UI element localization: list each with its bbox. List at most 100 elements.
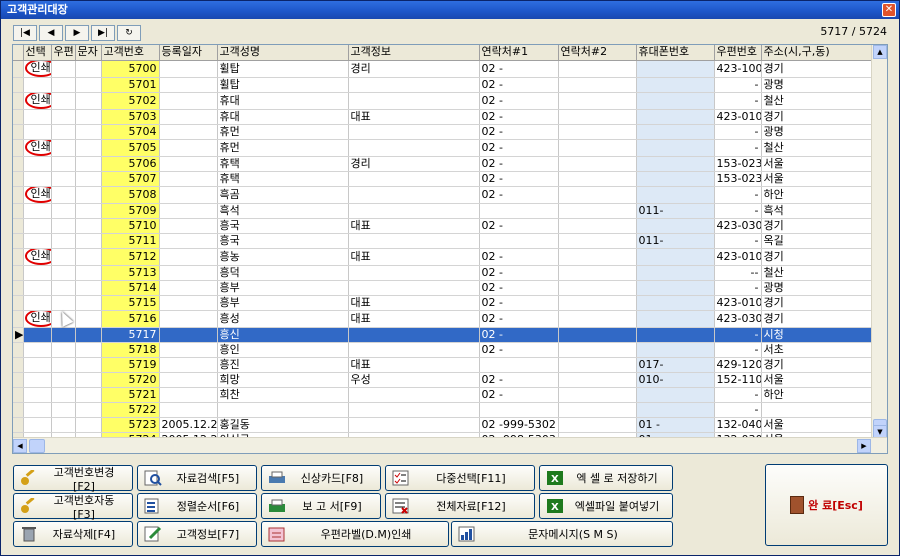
column-header[interactable]: 연락처#2 (558, 45, 637, 61)
cell-checkbox[interactable] (51, 60, 76, 78)
cell-num[interactable]: 5721 (101, 387, 160, 403)
cell-mobile[interactable]: 010- (636, 372, 715, 388)
cell-date[interactable] (159, 156, 218, 172)
row-indicator[interactable]: ▶ (13, 327, 24, 343)
cell-zip[interactable]: - (714, 327, 762, 343)
row-indicator[interactable] (13, 124, 24, 140)
cell-zip[interactable]: -- (714, 265, 762, 281)
cell-name[interactable]: 휠탑 (217, 77, 349, 93)
cell-tel2[interactable] (558, 265, 637, 281)
cell-num[interactable]: 5702 (101, 92, 160, 110)
cell-tel2[interactable] (558, 248, 637, 266)
horizontal-scrollbar[interactable]: ◀ ▶ (13, 437, 887, 453)
cell-sel[interactable] (23, 156, 52, 172)
cell-date[interactable] (159, 139, 218, 157)
cell-tel1[interactable]: 02 - (479, 77, 559, 93)
cell-zip[interactable]: - (714, 342, 762, 358)
cell-date[interactable] (159, 387, 218, 403)
print-marker[interactable]: 인쇄 (24, 186, 50, 202)
row-indicator[interactable] (13, 248, 24, 266)
row-indicator[interactable] (13, 357, 24, 373)
cell-info[interactable] (348, 186, 480, 204)
cell-tel1[interactable]: 02 - (479, 342, 559, 358)
cell-tel2[interactable] (558, 387, 637, 403)
print-marker[interactable]: 인쇄 (24, 248, 50, 264)
cell-addr[interactable]: 경기 (761, 60, 872, 78)
cell-name[interactable]: 흥국 (217, 233, 349, 249)
table-row[interactable]: 5714 흥부 02 - - 광명 (13, 280, 872, 296)
table-row[interactable]: 5710 흥국 대표 02 - 423-030 경기 (13, 218, 872, 234)
cell-mobile[interactable] (636, 310, 715, 328)
cell-mobile[interactable] (636, 295, 715, 311)
cell-zip[interactable]: - (714, 203, 762, 219)
cell-zip[interactable]: - (714, 280, 762, 296)
cell-date[interactable] (159, 248, 218, 266)
cell-name[interactable]: 휴먼 (217, 124, 349, 140)
cell-tel1[interactable]: 02 - (479, 92, 559, 110)
cell-checkbox[interactable] (75, 77, 102, 93)
cell-addr[interactable]: 광명 (761, 124, 872, 140)
cell-tel1[interactable]: 02 - (479, 295, 559, 311)
cell-checkbox[interactable] (51, 171, 76, 187)
cell-sel[interactable] (23, 372, 52, 388)
prev-record-button[interactable]: ◀ (39, 25, 63, 41)
cell-mobile[interactable] (636, 156, 715, 172)
cell-checkbox[interactable] (51, 417, 76, 433)
vertical-scrollbar[interactable]: ▲ ▼ (871, 45, 887, 439)
table-row[interactable]: 인쇄 5716 흥성 대표 02 - 423-030 경기 (13, 310, 872, 328)
cell-num[interactable]: 5717 (101, 327, 160, 343)
cell-tel1[interactable] (479, 357, 559, 373)
column-header[interactable]: 우편 (51, 45, 76, 61)
cell-checkbox[interactable] (51, 357, 76, 373)
cell-mobile[interactable] (636, 280, 715, 296)
report-button[interactable]: 보 고 서[F9] (261, 493, 381, 519)
cell-mobile[interactable]: 01 - (636, 417, 715, 433)
cell-date[interactable] (159, 357, 218, 373)
cell-addr[interactable] (761, 402, 872, 418)
cell-addr[interactable]: 경기 (761, 310, 872, 328)
cell-zip[interactable]: 423-030 (714, 310, 762, 328)
row-indicator[interactable] (13, 310, 24, 328)
cell-date[interactable] (159, 203, 218, 219)
cell-sel[interactable] (23, 417, 52, 433)
cell-tel1[interactable]: 02 - (479, 280, 559, 296)
cell-num[interactable]: 5713 (101, 265, 160, 281)
cell-mobile[interactable] (636, 60, 715, 78)
cell-tel2[interactable] (558, 218, 637, 234)
cell-checkbox[interactable] (75, 109, 102, 125)
cell-info[interactable]: 우성 (348, 372, 480, 388)
column-header[interactable]: 주소(시,구,동) (761, 45, 872, 61)
scroll-left-icon[interactable]: ◀ (13, 439, 27, 453)
cell-date[interactable] (159, 171, 218, 187)
table-row[interactable]: 인쇄 5708 흑곰 02 - - 하안 (13, 186, 872, 204)
sort-order-button[interactable]: 정렬순서[F6] (137, 493, 257, 519)
cell-num[interactable]: 5718 (101, 342, 160, 358)
cell-sel[interactable] (23, 402, 52, 418)
cell-checkbox[interactable] (51, 387, 76, 403)
cell-mobile[interactable] (636, 124, 715, 140)
cell-sel[interactable] (23, 124, 52, 140)
cell-sel[interactable] (23, 77, 52, 93)
print-marker[interactable]: 인쇄 (24, 92, 50, 108)
cell-checkbox[interactable] (75, 156, 102, 172)
delete-button[interactable]: 자료삭제[F4] (13, 521, 133, 547)
cell-mobile[interactable]: 011- (636, 203, 715, 219)
cell-sel[interactable] (23, 280, 52, 296)
cell-zip[interactable]: 423-010 (714, 248, 762, 266)
cell-tel2[interactable] (558, 156, 637, 172)
cell-tel1[interactable]: 02 - (479, 248, 559, 266)
cell-checkbox[interactable] (75, 60, 102, 78)
cell-addr[interactable]: 서울 (761, 417, 872, 433)
cell-zip[interactable]: 423-010 (714, 295, 762, 311)
last-record-button[interactable]: ▶| (91, 25, 115, 41)
row-indicator[interactable] (13, 233, 24, 249)
cell-checkbox[interactable] (75, 203, 102, 219)
scroll-right-icon[interactable]: ▶ (857, 439, 871, 453)
cell-info[interactable] (348, 92, 480, 110)
cell-mobile[interactable]: 017- (636, 357, 715, 373)
cell-checkbox[interactable] (75, 233, 102, 249)
cell-tel2[interactable] (558, 60, 637, 78)
print-marker[interactable]: 인쇄 (24, 310, 50, 326)
cell-tel2[interactable] (558, 295, 637, 311)
cell-mobile[interactable] (636, 387, 715, 403)
